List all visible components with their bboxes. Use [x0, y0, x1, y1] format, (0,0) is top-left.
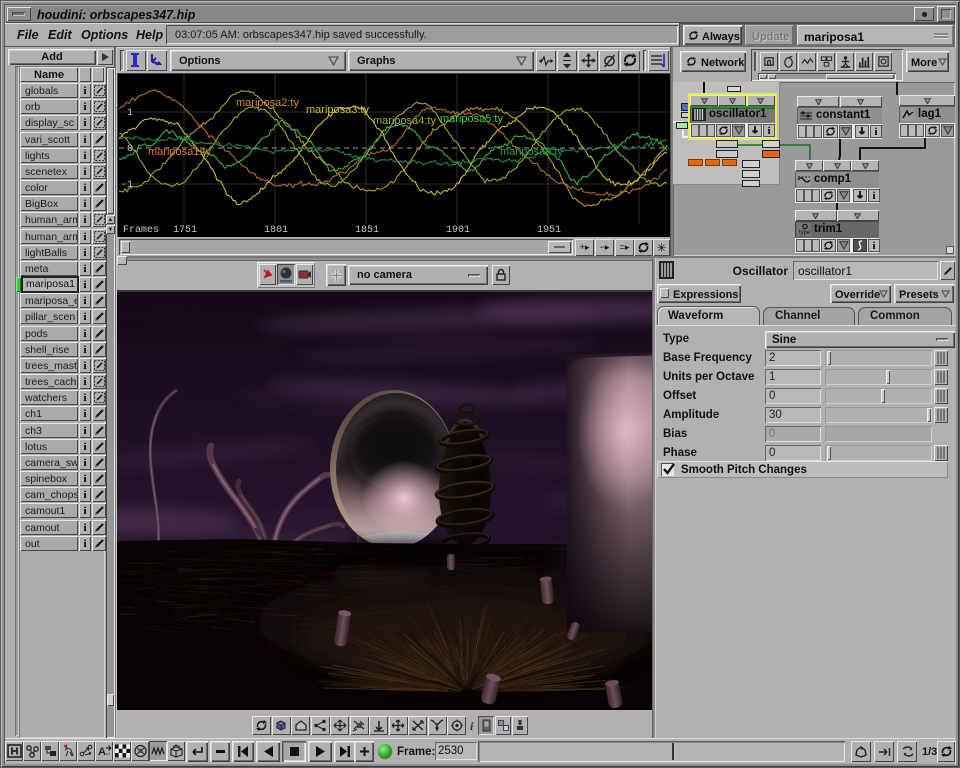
svg-text:1951: 1951 [537, 225, 561, 236]
svg-text:1901: 1901 [446, 225, 470, 236]
svg-text:type: type [799, 230, 811, 236]
svg-text:1851: 1851 [355, 225, 379, 236]
svg-text:1: 1 [127, 108, 133, 119]
svg-text:-1: -1 [121, 180, 133, 191]
svg-text:1751: 1751 [173, 225, 197, 236]
svg-text:1801: 1801 [264, 225, 288, 236]
svg-text:A: A [98, 746, 106, 758]
svg-text:0: 0 [127, 144, 133, 155]
svg-text:Frames: Frames [123, 225, 159, 236]
